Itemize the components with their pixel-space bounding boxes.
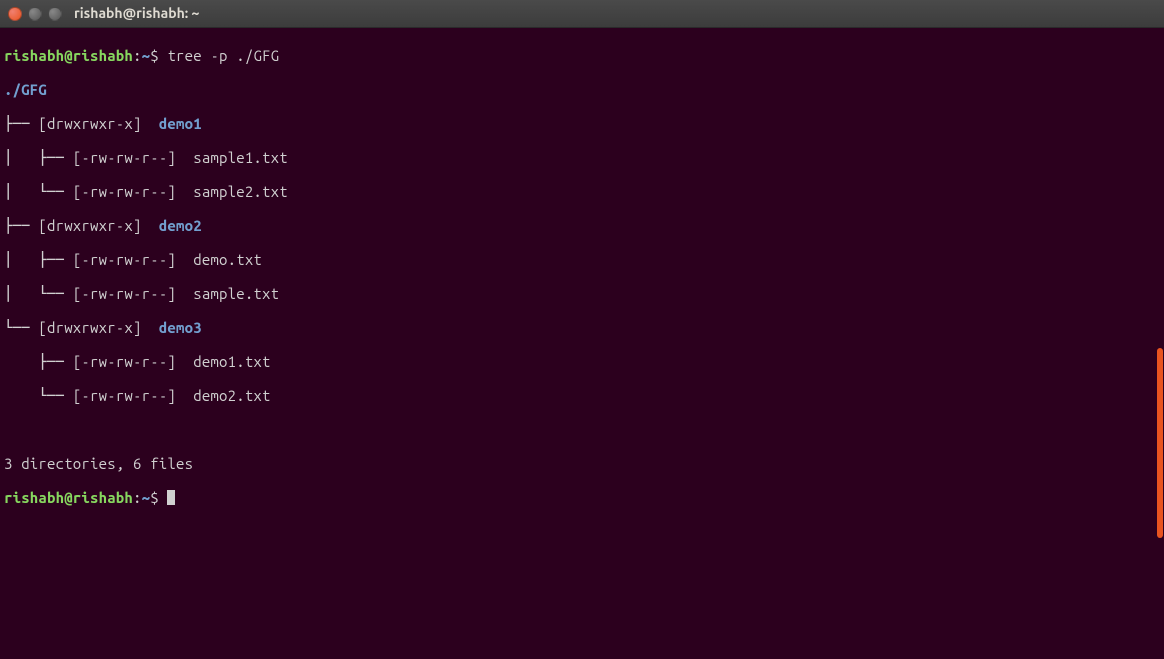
tree-line-file: └── [-rw-rw-r--] demo2.txt [4,387,1160,404]
tree-branch: │ ├── [4,149,73,166]
tree-summary: 3 directories, 6 files [4,455,1160,472]
tree-branch: │ └── [4,285,73,302]
file-name: sample2.txt [193,183,288,200]
perm-text: [-rw-rw-r--] [73,251,193,268]
prompt-sep2: $ [150,47,159,64]
prompt-path: ~ [142,47,151,64]
tree-branch: └── [4,319,38,336]
prompt-sep1: : [133,489,142,506]
command-text: tree -p ./GFG [167,47,279,64]
cursor-icon [167,490,175,505]
prompt-sep1: : [133,47,142,64]
file-name: demo2.txt [193,387,270,404]
perm-text: [-rw-rw-r--] [73,183,193,200]
scrollbar-thumb[interactable] [1157,348,1163,538]
dir-name: demo3 [159,319,202,336]
maximize-button[interactable] [48,7,62,21]
command-line: rishabh@rishabh:~$ tree -p ./GFG [4,47,1160,64]
file-name: sample.txt [193,285,279,302]
root-dir: ./GFG [4,81,47,98]
dir-name: demo2 [159,217,202,234]
tree-line-dir3: └── [drwxrwxr-x] demo3 [4,319,1160,336]
perm-text: [drwxrwxr-x] [38,217,158,234]
perm-text: [drwxrwxr-x] [38,319,158,336]
prompt-user: rishabh@rishabh [4,47,133,64]
tree-branch: │ ├── [4,251,73,268]
terminal-area[interactable]: rishabh@rishabh:~$ tree -p ./GFG ./GFG ├… [0,28,1164,659]
prompt-path: ~ [142,489,151,506]
titlebar: rishabh@rishabh: ~ [0,0,1164,28]
file-name: demo.txt [193,251,262,268]
blank-line [4,421,1160,438]
window-controls [8,7,62,21]
perm-text: [-rw-rw-r--] [73,149,193,166]
perm-text: [-rw-rw-r--] [73,353,193,370]
tree-branch: ├── [4,115,38,132]
tree-branch: │ └── [4,183,73,200]
prompt-sep2: $ [150,489,159,506]
dir-name: demo1 [159,115,202,132]
perm-text: [-rw-rw-r--] [73,285,193,302]
tree-line-file: ├── [-rw-rw-r--] demo1.txt [4,353,1160,370]
tree-line-file: │ ├── [-rw-rw-r--] sample1.txt [4,149,1160,166]
minimize-button[interactable] [28,7,42,21]
close-button[interactable] [8,7,22,21]
tree-line-dir1: ├── [drwxrwxr-x] demo1 [4,115,1160,132]
tree-branch: └── [4,387,73,404]
file-name: sample1.txt [193,149,288,166]
tree-root: ./GFG [4,81,1160,98]
tree-line-file: │ ├── [-rw-rw-r--] demo.txt [4,251,1160,268]
prompt-line: rishabh@rishabh:~$ [4,489,1160,506]
tree-branch: ├── [4,217,38,234]
file-name: demo1.txt [193,353,270,370]
tree-branch: ├── [4,353,73,370]
summary-text: 3 directories, 6 files [4,455,193,472]
tree-line-dir2: ├── [drwxrwxr-x] demo2 [4,217,1160,234]
window-title: rishabh@rishabh: ~ [74,5,199,22]
tree-line-file: │ └── [-rw-rw-r--] sample2.txt [4,183,1160,200]
perm-text: [-rw-rw-r--] [73,387,193,404]
prompt-user: rishabh@rishabh [4,489,133,506]
perm-text: [drwxrwxr-x] [38,115,158,132]
tree-line-file: │ └── [-rw-rw-r--] sample.txt [4,285,1160,302]
